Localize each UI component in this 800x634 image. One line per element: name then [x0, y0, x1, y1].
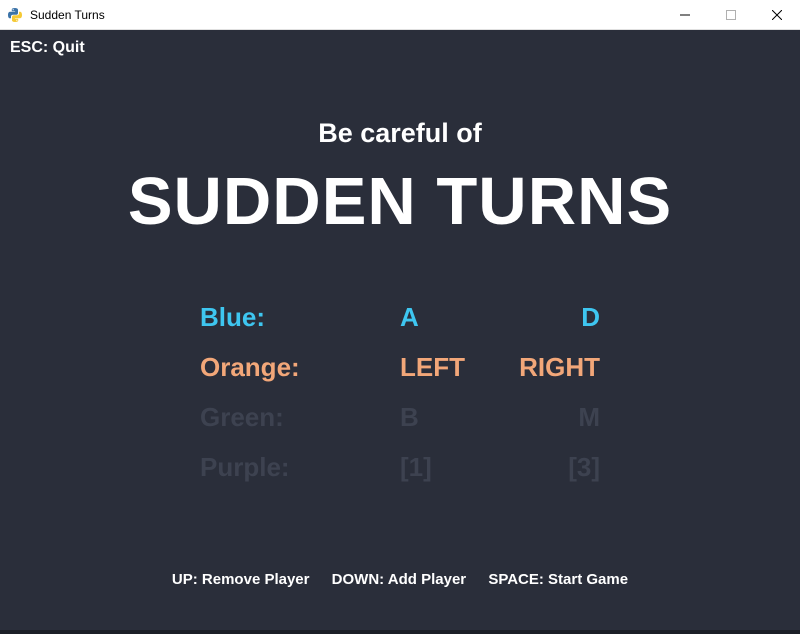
left-key: B	[400, 402, 419, 432]
add-player-hint: DOWN: Add Player	[331, 571, 467, 588]
left-key: [1]	[400, 452, 432, 482]
right-key: RIGHT	[519, 352, 600, 382]
start-game-hint: SPACE: Start Game	[488, 571, 629, 588]
player-name: Purple:	[200, 452, 290, 482]
player-name: Green:	[200, 402, 284, 432]
player-row-blue: Blue: A D	[0, 302, 800, 336]
title-bar[interactable]: Sudden Turns	[0, 0, 800, 30]
close-icon	[772, 10, 782, 20]
subtitle: Be careful of	[318, 118, 482, 148]
controls-footer: UP: Remove Player DOWN: Add Player SPACE…	[0, 571, 800, 588]
maximize-icon	[726, 10, 736, 20]
minimize-button[interactable]	[662, 0, 708, 30]
minimize-icon	[680, 14, 690, 16]
quit-hint: ESC: Quit	[10, 39, 85, 56]
right-key: M	[578, 402, 600, 432]
remove-player-hint: UP: Remove Player	[171, 571, 310, 588]
player-row-purple: Purple: [1] [3]	[0, 452, 800, 486]
player-name: Blue:	[200, 302, 265, 332]
maximize-button[interactable]	[708, 0, 754, 30]
right-key: [3]	[568, 452, 600, 482]
window-title: Sudden Turns	[30, 8, 105, 22]
close-button[interactable]	[754, 0, 800, 30]
python-icon	[7, 7, 23, 23]
app-window: Sudden Turns ESC: Quit Be careful of SUD…	[0, 0, 800, 634]
bottom-strip	[0, 630, 800, 634]
left-key: A	[400, 302, 419, 332]
game-canvas[interactable]: ESC: Quit Be careful of SUDDEN TURNS Blu…	[0, 30, 800, 630]
player-row-green: Green: B M	[0, 402, 800, 436]
left-key: LEFT	[400, 352, 465, 382]
player-name: Orange:	[200, 352, 300, 382]
player-row-orange: Orange: LEFT RIGHT	[0, 352, 800, 386]
right-key: D	[581, 302, 600, 332]
game-title: SUDDEN TURNS	[127, 164, 673, 239]
